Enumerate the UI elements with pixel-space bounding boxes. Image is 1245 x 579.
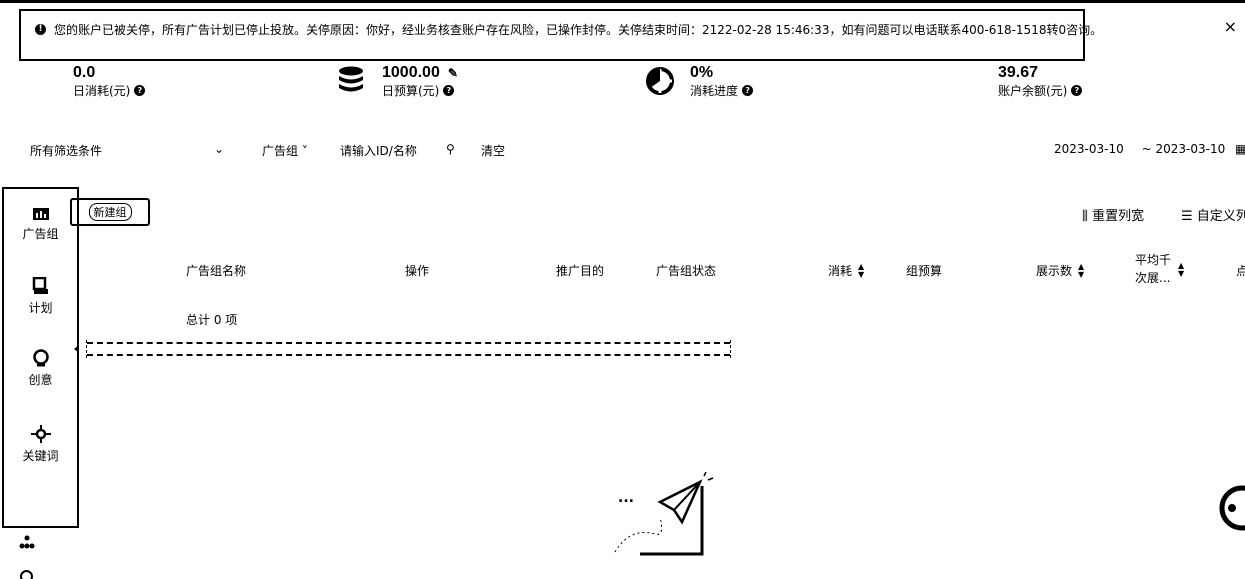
col-header-action: 操作 bbox=[405, 264, 430, 278]
stat-value: 1000.00 bbox=[382, 64, 440, 81]
search-input[interactable]: 请输入ID/名称 bbox=[340, 142, 417, 159]
sidebar-item-creative[interactable]: 创意 bbox=[4, 349, 77, 388]
sidebar: 广告组 计划 创意 关键词 bbox=[2, 187, 79, 528]
sidebar-item-label: 广告组 bbox=[22, 227, 59, 241]
mascot-icon bbox=[1218, 478, 1245, 541]
sidebar-item-label: 关键词 bbox=[22, 449, 59, 463]
all-conditions-select[interactable]: 所有筛选条件 bbox=[30, 142, 102, 159]
new-group-button[interactable]: 新建组 bbox=[70, 198, 150, 226]
sort-icon[interactable]: ▲ ▼ bbox=[858, 262, 864, 279]
help-icon[interactable]: ? bbox=[443, 85, 455, 96]
clear-button[interactable]: 清空 bbox=[481, 142, 505, 159]
col-header-label: 展示数 bbox=[1036, 264, 1073, 278]
stat-value: 0% bbox=[690, 64, 714, 81]
close-icon[interactable]: × bbox=[1224, 17, 1237, 36]
dots: ... bbox=[618, 490, 634, 506]
col-header-clicks-truncated: 点 bbox=[1236, 264, 1245, 278]
sidebar-item-label: 计划 bbox=[28, 301, 53, 315]
custom-columns-button[interactable]: ☰ 自定义列 bbox=[1181, 205, 1245, 224]
col-header-cpm: 平均千次展... bbox=[1135, 253, 1172, 285]
plan-icon bbox=[32, 277, 48, 294]
target-icon bbox=[30, 425, 51, 443]
date-separator: ~ bbox=[1141, 142, 1152, 156]
group-dropdown[interactable]: 广告组 ˅ bbox=[262, 142, 308, 159]
stat-balance: 39.67 账户余额(元)? bbox=[998, 64, 1083, 99]
stat-value: 0.0 bbox=[73, 64, 96, 81]
stat-value: 39.67 bbox=[998, 64, 1039, 81]
col-header-status: 广告组状态 bbox=[656, 264, 717, 278]
sidebar-item-keywords[interactable]: 关键词 bbox=[4, 425, 77, 464]
stat-daily-budget: 1000.00 ✎ 日预算(元)? bbox=[382, 64, 458, 99]
suspension-notice: ! 您的账户已被关停，所有广告计划已停止投放。关停原因：你好，经业务核查账户存在… bbox=[19, 9, 1102, 61]
bar-chart-icon bbox=[32, 208, 49, 220]
notice-text: 您的账户已被关停，所有广告计划已停止投放。关停原因：你好，经业务核查账户存在风险… bbox=[54, 23, 1103, 37]
custom-columns-label: 自定义列 bbox=[1196, 209, 1245, 224]
new-group-label: 新建组 bbox=[88, 203, 132, 221]
search-icon[interactable]: ⚲ bbox=[446, 142, 455, 156]
reset-columns-label: 重置列宽 bbox=[1092, 209, 1145, 224]
col-header-label: 消耗 bbox=[828, 264, 853, 278]
help-icon[interactable]: ? bbox=[742, 85, 754, 96]
col-header-purpose: 推广目的 bbox=[556, 264, 605, 278]
stat-label: 消耗进度 bbox=[690, 84, 739, 98]
pie-chart-icon bbox=[645, 66, 675, 99]
sidebar-item-ad-group[interactable]: 广告组 bbox=[4, 207, 77, 242]
columns-icon: ⫼ bbox=[1082, 209, 1088, 224]
date-end: 2023-03-10 bbox=[1155, 142, 1226, 156]
sort-icon[interactable]: ▲ ▼ bbox=[1078, 262, 1084, 279]
sort-icon[interactable]: ▲ ▼ bbox=[1178, 262, 1184, 278]
date-range-picker[interactable]: 2023-03-10 ~ 2023-03-10 ▦ bbox=[1054, 142, 1245, 156]
sidebar-item-label: 创意 bbox=[28, 373, 53, 387]
reset-columns-button[interactable]: ⫼ 重置列宽 bbox=[1082, 205, 1144, 224]
stat-label: 日消耗(元) bbox=[73, 84, 131, 98]
info-icon: ! bbox=[35, 24, 46, 35]
database-icon bbox=[337, 66, 365, 99]
col-header-name: 广告组名称 bbox=[186, 264, 247, 278]
stat-label: 账户余额(元) bbox=[998, 84, 1068, 98]
hierarchy-icon[interactable] bbox=[19, 535, 35, 552]
top-border bbox=[0, 0, 1245, 3]
chevron-down-icon: ˅ bbox=[301, 144, 308, 158]
edit-icon[interactable]: ✎ bbox=[448, 66, 458, 80]
stat-label: 日预算(元) bbox=[382, 84, 440, 98]
bulb-icon bbox=[32, 349, 49, 367]
table-total: 总计 0 项 bbox=[186, 313, 238, 327]
col-header-spend[interactable]: 消耗 ▲ ▼ bbox=[828, 262, 864, 279]
select-label: 所有筛选条件 bbox=[30, 144, 103, 158]
help-icon[interactable]: ? bbox=[1071, 85, 1083, 96]
chevron-down-icon[interactable]: ⌄ bbox=[214, 142, 224, 156]
collapse-arrow-icon[interactable] bbox=[74, 345, 79, 353]
calendar-icon: ▦ bbox=[1235, 142, 1245, 156]
dropdown-label: 广告组 bbox=[262, 144, 299, 158]
col-header-impressions[interactable]: 展示数 ▲ ▼ bbox=[1036, 262, 1084, 279]
list-icon: ☰ bbox=[1181, 209, 1193, 224]
stat-spend-progress: 0% 消耗进度? bbox=[690, 64, 754, 99]
stat-daily-spend: 0.0 日消耗(元)? bbox=[73, 64, 146, 99]
loading-placeholder bbox=[86, 340, 731, 358]
help-icon[interactable]: ? bbox=[134, 85, 146, 96]
date-start: 2023-03-10 bbox=[1054, 142, 1124, 156]
empty-state-illustration: ... bbox=[610, 471, 720, 565]
col-header-budget: 组预算 bbox=[906, 264, 943, 278]
sidebar-item-plan[interactable]: 计划 bbox=[4, 277, 77, 316]
more-icon[interactable] bbox=[20, 570, 33, 579]
